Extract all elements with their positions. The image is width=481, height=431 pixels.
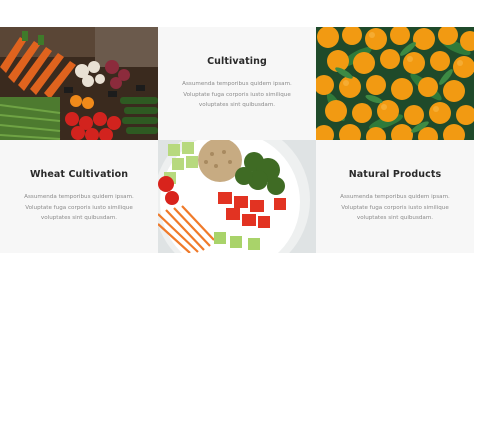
feature-title: Cultivating	[207, 56, 267, 68]
salad-bowl-photo	[158, 140, 316, 253]
vegetable-market-image	[0, 27, 158, 140]
oranges-image	[316, 27, 474, 140]
feature-card-cultivating: Cultivating Assumenda temporibus quidem …	[158, 27, 316, 140]
feature-description: Assumenda temporibus quidem ipsam. Volup…	[182, 81, 292, 109]
vegetable-market-photo	[0, 27, 158, 140]
features-grid: Cultivating Assumenda temporibus quidem …	[0, 27, 474, 253]
feature-card-wheat-cultivation: Wheat Cultivation Assumenda temporibus q…	[0, 140, 158, 253]
feature-card-natural-products: Natural Products Assumenda temporibus qu…	[316, 140, 474, 253]
feature-title: Natural Products	[348, 169, 442, 181]
feature-description: Assumenda temporibus quidem ipsam. Volup…	[24, 194, 134, 222]
salad-bowl-image	[158, 140, 316, 253]
feature-title: Wheat Cultivation	[29, 169, 129, 181]
feature-description: Assumenda temporibus quidem ipsam. Volup…	[340, 194, 450, 222]
oranges-photo	[316, 27, 474, 140]
